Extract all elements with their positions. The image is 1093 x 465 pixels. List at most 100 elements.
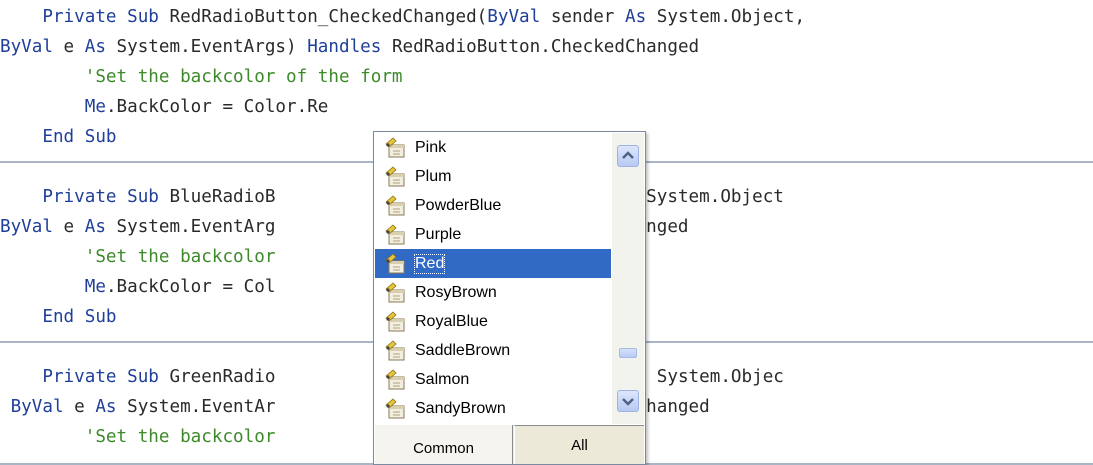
tab-all[interactable]: All [514,425,644,464]
code-token: e [52,37,85,57]
comment-token: 'Set the backcolor [84,427,276,447]
property-icon [384,136,408,160]
code-line[interactable]: 'Set the backcolor [0,422,276,452]
completion-item[interactable]: Purple [375,220,611,249]
keyword-token: As [84,37,106,57]
property-icon [384,223,408,247]
completion-item[interactable]: Salmon [375,365,611,394]
completion-item-label: SaddleBrown [415,341,511,359]
completion-item-label: RosyBrown [415,283,497,301]
code-token: e [52,217,85,237]
code-token: System.Objec [646,367,784,387]
property-icon [384,397,408,421]
keyword-token: Private [42,187,117,207]
tab-common[interactable]: Common [375,425,513,464]
code-line[interactable]: End Sub [0,122,117,152]
keyword-token: End [42,127,75,147]
keyword-token: As [84,217,106,237]
property-icon [384,252,408,276]
code-line[interactable]: Me.BackColor = Color.Re [0,92,329,122]
code-token: System.Object [635,187,784,207]
completion-item-label: Purple [415,225,462,243]
keyword-token: Me [84,97,106,117]
chevron-down-icon [622,398,634,406]
keyword-token: Sub [127,187,159,207]
completion-item[interactable]: Plum [375,162,611,191]
code-token: System.Object, [646,7,806,27]
code-line[interactable]: Private Sub RedRadioButton_CheckedChange… [0,2,805,32]
scroll-up-button[interactable] [617,145,639,167]
completion-item[interactable]: PowderBlue [375,191,611,220]
keyword-token: ByVal [0,37,53,57]
completion-item[interactable]: Pink [375,133,611,162]
keyword-token: ByVal [10,397,64,417]
completion-item-label: PowderBlue [415,196,502,214]
code-line[interactable]: 'Set the backcolor [0,242,276,272]
scroll-down-button[interactable] [617,390,639,412]
completion-item[interactable]: Red [375,249,611,278]
code-token: .BackColor = Color.Re [105,97,329,117]
completion-item[interactable]: RoyalBlue [375,307,611,336]
completion-item-label: Pink [415,138,447,156]
property-icon [384,368,408,392]
keyword-token: As [625,7,647,27]
keyword-token: Private [42,367,117,387]
keyword-token: ByVal [487,7,541,27]
code-token: sender [540,7,625,27]
completion-list[interactable]: Pink Plum PowderBlue Purple Red RosyBrown Roya… [375,133,611,424]
completion-item[interactable]: RosyBrown [375,278,611,307]
keyword-token: Me [84,277,106,297]
completion-item[interactable]: SandyBrown [375,394,611,423]
property-icon [384,194,408,218]
keyword-token: Sub [127,367,159,387]
completion-item-label: Plum [415,167,452,185]
intellisense-popup[interactable]: Pink Plum PowderBlue Purple Red RosyBrown Roya… [373,131,646,465]
keyword-token: Sub [127,7,159,27]
keyword-token: As [95,397,117,417]
completion-item-label: Red [413,253,446,274]
keyword-token: Sub [84,307,117,327]
property-icon [384,310,408,334]
code-token: .BackColor = Col [105,277,276,297]
chevron-up-icon [622,151,634,159]
code-token: System.EventArgs) [105,37,308,57]
code-token: RedRadioButton_CheckedChanged( [158,7,488,27]
keyword-token: ByVal [0,217,53,237]
completion-item-label: SandyBrown [415,399,506,417]
code-token: RedRadioButton.CheckedChanged [381,37,700,57]
keyword-token: End [42,307,75,327]
property-icon [384,339,408,363]
completion-item-label: Salmon [415,370,470,388]
code-line[interactable]: ByVal e As System.EventArgs) Handles Red… [0,32,699,62]
property-icon [384,281,408,305]
keyword-token: Sub [84,127,117,147]
code-line[interactable]: End Sub [0,302,117,332]
scroll-thumb[interactable] [619,348,637,358]
property-icon [384,165,408,189]
code-line[interactable]: 'Set the backcolor of the form [0,62,403,92]
code-token: e [63,397,96,417]
completion-item-label: RoyalBlue [415,312,488,330]
code-line[interactable]: Me.BackColor = Col [0,272,276,302]
completion-item[interactable]: SaddleBrown [375,336,611,365]
comment-token: 'Set the backcolor [84,247,276,267]
keyword-token: Private [42,7,117,27]
keyword-token: Handles [307,37,382,57]
comment-token: 'Set the backcolor of the form [84,67,403,87]
completion-scrollbar[interactable] [612,133,644,424]
